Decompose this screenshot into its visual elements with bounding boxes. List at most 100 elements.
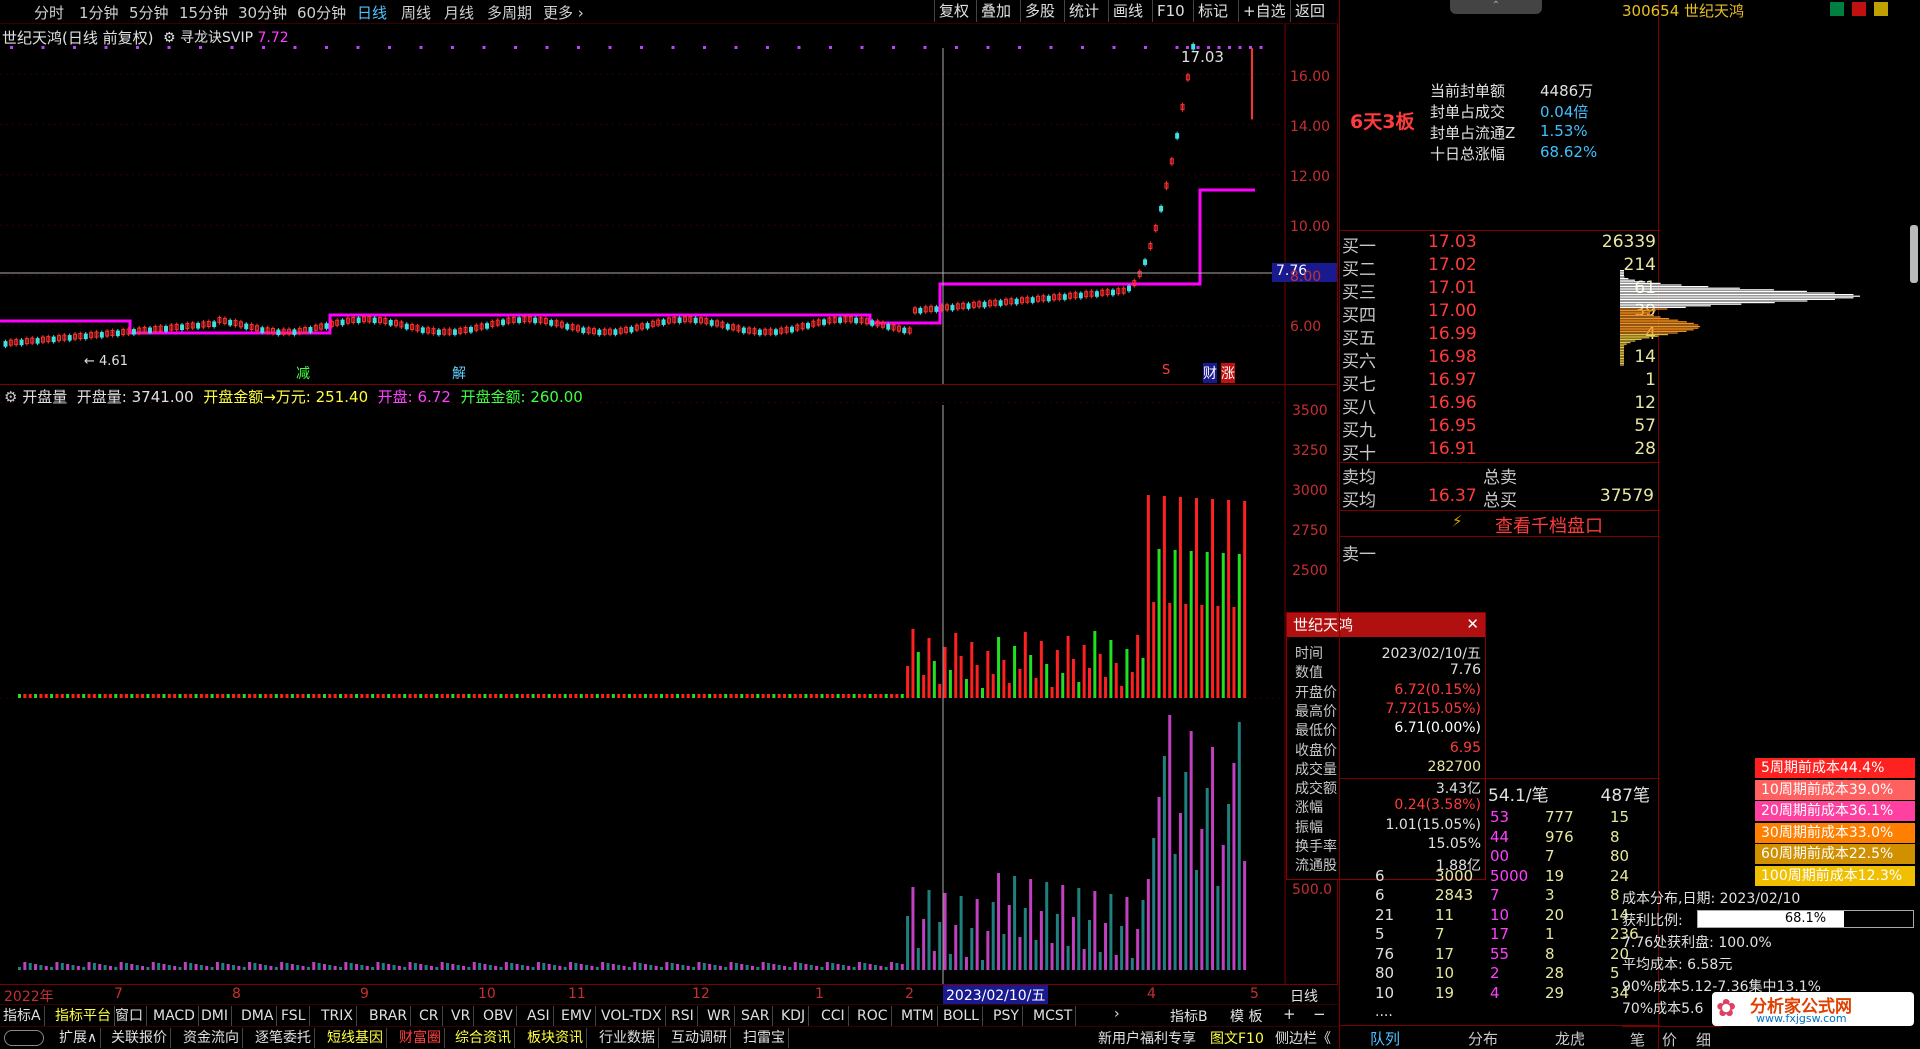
indicator-tab-boll[interactable]: BOLL [940,1006,983,1026]
tab-dragon-tiger[interactable]: 龙虎 [1555,1028,1585,1049]
bid-row[interactable]: 买七 16.97 1 [1340,370,1660,395]
module-tab[interactable]: 互动调研 [668,1028,731,1048]
collapse-handle-icon[interactable]: ⌃ [1450,0,1542,14]
indicator-tab-窗口[interactable]: 窗口 [112,1006,147,1026]
module-tab[interactable]: 逐笔委托 [252,1028,315,1048]
cost-row[interactable]: 30周期前成本33.0% [1755,822,1915,843]
period-tab-fenshi[interactable]: 分时 [34,2,64,23]
module-tab[interactable]: 扩展∧ [56,1028,102,1048]
module-tab[interactable]: 行业数据 [596,1028,659,1048]
tab-xi[interactable]: 细 [1696,1029,1711,1049]
bid-row[interactable]: 买八 16.96 12 [1340,393,1660,418]
draw-button[interactable]: 画线 [1108,0,1147,22]
indicator-tab-trix[interactable]: TRIX [318,1006,357,1026]
indicator-tab-asi[interactable]: ASI [524,1006,554,1026]
bid-row[interactable]: 买十 16.91 28 [1340,439,1660,464]
period-tab-60min[interactable]: 60分钟 [297,2,346,23]
minus-icon[interactable]: − [1313,1005,1326,1023]
multi-stock-button[interactable]: 多股 [1020,0,1059,22]
indicator-tab-sar[interactable]: SAR [738,1006,774,1026]
tab-queue[interactable]: 队列 [1370,1028,1400,1049]
indicator-tab-wr[interactable]: WR [704,1006,735,1026]
fuquan-button[interactable]: 复权 [934,0,973,22]
period-tab-15min[interactable]: 15分钟 [179,2,228,23]
price-pane[interactable]: 世纪天鸿(日线 前复权) ⚙ 寻龙诀SVIP 7.72 17.03 ← 4.61… [0,24,1338,384]
indicator-tab-fsl[interactable]: FSL [278,1006,310,1026]
volume-bar [280,694,284,698]
cost-row[interactable]: 5周期前成本44.4% [1755,758,1915,778]
period-tab-1min[interactable]: 1分钟 [79,2,119,23]
indicator-tab-obv[interactable]: OBV [480,1006,517,1026]
flag-icon[interactable] [1852,2,1866,16]
bid-row[interactable]: 买四17.0039 [1340,301,1660,326]
back-button[interactable]: 返回 [1290,0,1329,22]
f10-button[interactable]: F10 [1152,0,1189,22]
bid-row[interactable]: 买六 16.98 14 [1340,347,1660,372]
indicator-tab-roc[interactable]: ROC [854,1006,892,1026]
period-tab-more[interactable]: 更多 › [543,2,584,23]
indicator-tab-mtm[interactable]: MTM [898,1006,938,1026]
indicator-tab-vr[interactable]: VR [448,1006,475,1026]
add-watchlist-button[interactable]: +自选 [1238,0,1290,22]
promo-link[interactable]: 新用户福利专享 [1098,1028,1196,1048]
more-ticks[interactable]: .... [1375,1004,1393,1020]
toggle-icon[interactable] [4,1030,44,1046]
overlay-button[interactable]: 叠加 [976,0,1015,22]
indicator-tab-指标a[interactable]: 指标A [0,1006,45,1026]
period-tab-daily[interactable]: 日线 [357,2,387,23]
module-tab[interactable]: 扫雷宝 [740,1028,789,1048]
flag-icon[interactable] [1830,2,1844,16]
period-tab-multi[interactable]: 多周期 [487,2,532,23]
indicator-tab-brar[interactable]: BRAR [366,1006,412,1026]
indicator-tab-cr[interactable]: CR [416,1006,443,1026]
bid-row[interactable]: 买三17.0161 [1340,278,1660,303]
cost-row[interactable]: 60周期前成本22.5% [1755,844,1915,864]
tab-bi[interactable]: 笔 [1630,1029,1645,1049]
indicator-tab-vol-tdx[interactable]: VOL-TDX [598,1006,666,1026]
module-tab[interactable]: 综合资讯 [452,1028,515,1048]
bid-row[interactable]: 买一 17.03 26339 [1340,232,1660,257]
indicator-tab-emv[interactable]: EMV [558,1006,596,1026]
period-tab-weekly[interactable]: 周线 [401,2,431,23]
sidebar-toggle[interactable]: 侧边栏《 [1275,1028,1331,1048]
period-tab-30min[interactable]: 30分钟 [238,2,287,23]
module-tab[interactable]: 关联报价 [108,1028,171,1048]
bid-row[interactable]: 买九 16.95 57 [1340,416,1660,441]
mark-button[interactable]: 标记 [1193,0,1232,22]
settings-icon[interactable]: ⚙ [4,388,17,406]
indicator-b-tab[interactable]: 指标B [1170,1006,1208,1026]
indicator-tab-dma[interactable]: DMA [238,1006,278,1026]
chevron-right-icon[interactable]: › [1114,1006,1120,1022]
sub-bar [975,899,979,970]
cost-row[interactable]: 100周期前成本12.3% [1755,865,1915,886]
candle-body [661,319,666,325]
tab-jia[interactable]: 价 [1662,1029,1677,1049]
template-tab[interactable]: 模 板 [1230,1006,1262,1026]
indicator-tab-指标平台[interactable]: 指标平台 [52,1006,115,1026]
f10-link[interactable]: 图文F10 [1210,1028,1264,1048]
flag-icon[interactable] [1874,2,1888,16]
indicator-tab-kdj[interactable]: KDJ [778,1006,810,1026]
cost-row[interactable]: 20周期前成本36.1% [1755,801,1915,821]
indicator-tab-cci[interactable]: CCI [818,1006,849,1026]
module-tab[interactable]: 资金流向 [180,1028,243,1048]
settings-icon[interactable]: ⚙ [163,30,176,46]
indicator-tab-macd[interactable]: MACD [150,1006,199,1026]
module-tab[interactable]: 板块资讯 [524,1028,587,1048]
indicator-tab-rsi[interactable]: RSI [668,1006,698,1026]
cost-row[interactable]: 10周期前成本39.0% [1755,779,1915,800]
depth-link[interactable]: 查看千档盘口 [1495,512,1603,538]
stats-button[interactable]: 统计 [1064,0,1103,22]
module-tab[interactable]: 短线基因 [324,1028,387,1048]
bid-row[interactable]: 买五16.994 [1340,324,1660,349]
indicator-tab-dmi[interactable]: DMI [198,1006,232,1026]
bid-row[interactable]: 买二 17.02 214 [1340,255,1660,280]
indicator-tab-psy[interactable]: PSY [990,1006,1023,1026]
period-tab-monthly[interactable]: 月线 [444,2,474,23]
period-tab-5min[interactable]: 5分钟 [129,2,169,23]
tab-distribution[interactable]: 分布 [1468,1028,1498,1049]
add-icon[interactable]: + [1283,1005,1296,1023]
indicator-tab-mcst[interactable]: MCST [1030,1006,1077,1026]
volume-pane[interactable]: ⚙ 开盘量 开盘量: 3741.00 开盘金额→万元: 251.40 开盘: 6… [0,384,1338,985]
module-tab[interactable]: 财富圈 [396,1028,445,1048]
